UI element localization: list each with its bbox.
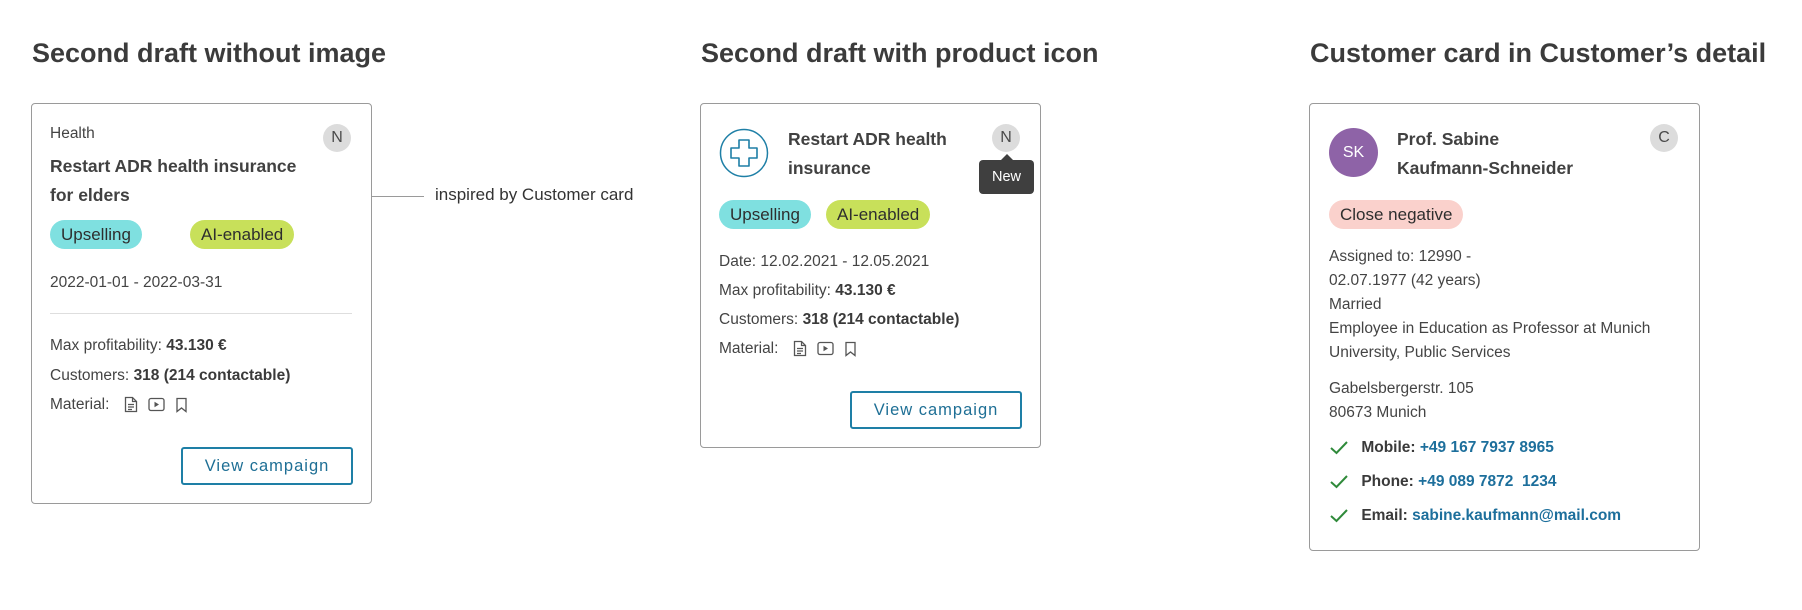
status-badge[interactable]: N: [992, 124, 1020, 152]
assigned-line1: Assigned to: 12990 -: [1329, 248, 1472, 265]
phone-label: Phone:: [1361, 473, 1414, 490]
assigned-line2: 02.07.1977 (42 years): [1329, 272, 1481, 289]
date-range: 2022-01-01 - 2022-03-31: [50, 274, 223, 291]
material-row: Material:: [50, 396, 194, 414]
customers-value: 318 (214 contactable): [133, 367, 291, 384]
material-label: Material:: [719, 340, 779, 357]
customers-value: 318 (214 contactable): [802, 311, 960, 328]
phone-link[interactable]: +49 089 7872 1234: [1418, 473, 1556, 490]
annotation-text: inspired by Customer card: [435, 185, 634, 204]
campaign-title-line1[interactable]: Restart ADR health insurance: [50, 152, 296, 181]
email-link[interactable]: sabine.kaufmann@mail.com: [1412, 507, 1621, 524]
occupation-line2: University, Public Services: [1329, 344, 1511, 361]
customer-card: SK Prof. Sabine Kaufmann-Schneider C Clo…: [1309, 103, 1700, 551]
bookmark-icon[interactable]: [175, 397, 188, 413]
document-icon[interactable]: [124, 396, 138, 413]
material-row: Material:: [719, 340, 863, 358]
campaign-card-without-image: Health N Restart ADR health insurance fo…: [31, 103, 372, 504]
max-profitability-label: Max profitability:: [50, 337, 162, 354]
max-profitability-row: Max profitability: 43.130 €: [719, 282, 896, 300]
contact-mobile-row: Mobile: +49 167 7937 8965: [1329, 439, 1554, 457]
mobile-link[interactable]: +49 167 7937 8965: [1420, 439, 1554, 456]
marital-status: Married: [1329, 296, 1382, 313]
occupation-line1: Employee in Education as Professor at Mu…: [1329, 320, 1651, 337]
customers-label: Customers:: [719, 311, 799, 328]
campaign-title-line1[interactable]: Restart ADR health: [788, 125, 947, 154]
customers-row: Customers: 318 (214 contactable): [719, 311, 959, 329]
section-title-with-product-icon: Second draft with product icon: [701, 38, 1099, 68]
upselling-tag: Upselling: [50, 220, 142, 249]
campaign-card-with-product-icon: Restart ADR health insurance N New Upsel…: [700, 103, 1041, 448]
date-row: Date: 12.02.2021 - 12.05.2021: [719, 253, 929, 271]
email-label: Email:: [1361, 507, 1408, 524]
date-value: 12.02.2021 - 12.05.2021: [760, 253, 930, 270]
document-icon[interactable]: [793, 340, 807, 357]
status-badge: N: [323, 124, 351, 152]
max-profitability-label: Max profitability:: [719, 282, 831, 299]
video-icon[interactable]: [148, 397, 165, 412]
customer-badge: C: [1650, 124, 1678, 152]
material-label: Material:: [50, 396, 110, 413]
max-profitability-row: Max profitability: 43.130 €: [50, 337, 227, 355]
view-campaign-button[interactable]: View campaign: [850, 391, 1022, 429]
ai-enabled-tag: AI-enabled: [190, 220, 295, 249]
contact-phone-row: Phone: +49 089 7872 1234: [1329, 473, 1557, 491]
address-line1: Gabelsbergerstr. 105: [1329, 380, 1474, 397]
campaign-title-line2[interactable]: insurance: [788, 154, 871, 183]
card-divider: [50, 313, 352, 314]
customers-label: Customers:: [50, 367, 130, 384]
view-campaign-button[interactable]: View campaign: [181, 447, 353, 485]
avatar: SK: [1329, 128, 1378, 177]
ai-enabled-tag: AI-enabled: [826, 200, 931, 229]
bookmark-icon[interactable]: [844, 341, 857, 357]
check-icon: [1330, 441, 1348, 455]
section-title-customer-card: Customer card in Customer’s detail: [1310, 38, 1767, 68]
customer-name-line2[interactable]: Kaufmann-Schneider: [1397, 154, 1573, 183]
max-profitability-value: 43.130 €: [835, 282, 896, 299]
max-profitability-value: 43.130 €: [166, 337, 227, 354]
customers-row: Customers: 318 (214 contactable): [50, 367, 290, 385]
campaign-category: Health: [50, 125, 95, 142]
video-icon[interactable]: [817, 341, 834, 356]
upselling-tag: Upselling: [719, 200, 811, 229]
close-negative-tag: Close negative: [1329, 200, 1464, 229]
date-label: Date:: [719, 253, 757, 270]
customer-name-line1[interactable]: Prof. Sabine: [1397, 125, 1499, 154]
mobile-label: Mobile:: [1361, 439, 1416, 456]
new-tooltip: New: [979, 154, 1034, 194]
check-icon: [1330, 509, 1348, 523]
address-line2: 80673 Munich: [1329, 404, 1427, 421]
medical-cross-icon: [719, 128, 769, 178]
check-icon: [1330, 475, 1348, 489]
section-title-without-image: Second draft without image: [32, 38, 387, 68]
contact-email-row: Email: sabine.kaufmann@mail.com: [1329, 507, 1621, 525]
campaign-title-line2[interactable]: for elders: [50, 181, 130, 210]
